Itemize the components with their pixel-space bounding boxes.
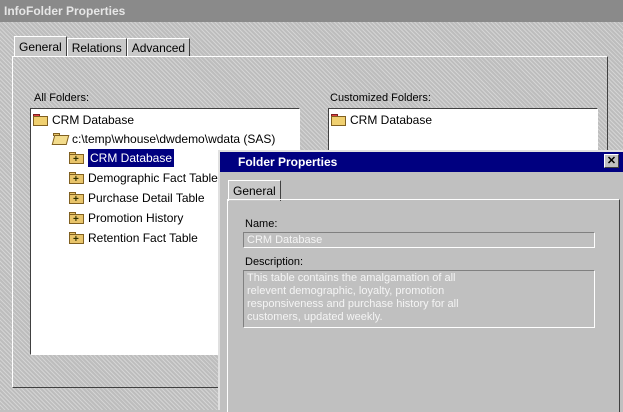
customized-item[interactable]: CRM Database — [331, 111, 432, 129]
folder-properties-dialog: Folder Properties ✕ General Name: CRM Da… — [218, 150, 623, 412]
tree-item-label: Purchase Detail Table — [88, 191, 205, 205]
dialog-title-bar[interactable]: Folder Properties ✕ — [220, 152, 623, 172]
folder-icon — [69, 191, 85, 209]
folder-icon — [69, 151, 85, 169]
folder-icon — [69, 171, 85, 189]
tree-item-purchase-detail[interactable]: Purchase Detail Table — [69, 189, 205, 209]
tab-strip: General Relations Advanced — [14, 36, 191, 57]
window-title-bar: InfoFolder Properties — [0, 0, 623, 22]
customized-item-label: CRM Database — [350, 113, 433, 127]
tree-path-label: c:\temp\whouse\dwdemo\wdata (SAS) — [72, 132, 276, 146]
open-folder-icon — [51, 133, 70, 145]
tab-advanced[interactable]: Advanced — [126, 38, 191, 57]
tree-path-item[interactable]: c:\temp\whouse\dwdemo\wdata (SAS) — [51, 130, 276, 148]
close-icon[interactable]: ✕ — [604, 154, 619, 168]
dialog-tab-strip: General — [228, 180, 281, 201]
database-folder-icon — [33, 114, 49, 126]
tree-root-item[interactable]: CRM Database — [33, 111, 134, 129]
tree-item-label: Retention Fact Table — [88, 231, 198, 245]
tree-item-promotion-history[interactable]: Promotion History — [69, 209, 184, 229]
dialog-title: Folder Properties — [238, 155, 338, 169]
window-title: InfoFolder Properties — [4, 4, 126, 18]
tab-relations[interactable]: Relations — [66, 38, 127, 57]
name-field[interactable]: CRM Database — [243, 232, 595, 248]
database-folder-icon — [331, 114, 347, 126]
tab-general[interactable]: General — [14, 36, 67, 57]
folder-icon — [69, 211, 85, 229]
tree-item-label: CRM Database — [86, 148, 176, 168]
customized-folders-label: Customized Folders: — [330, 92, 431, 104]
tree-root-label: CRM Database — [52, 113, 135, 127]
tree-item-crm-database[interactable]: CRM Database — [69, 148, 176, 169]
all-folders-label: All Folders: — [34, 92, 90, 104]
tree-item-retention-fact[interactable]: Retention Fact Table — [69, 229, 198, 249]
folder-icon — [69, 231, 85, 249]
dialog-tab-general[interactable]: General — [228, 180, 281, 201]
description-field[interactable]: This table contains the amalgamation of … — [243, 270, 595, 328]
tree-item-label: Demographic Fact Table — [88, 171, 218, 185]
description-label: Description: — [245, 256, 304, 268]
tree-item-label: Promotion History — [88, 211, 184, 225]
tree-item-demographic[interactable]: Demographic Fact Table — [69, 169, 218, 189]
name-label: Name: — [245, 218, 278, 230]
